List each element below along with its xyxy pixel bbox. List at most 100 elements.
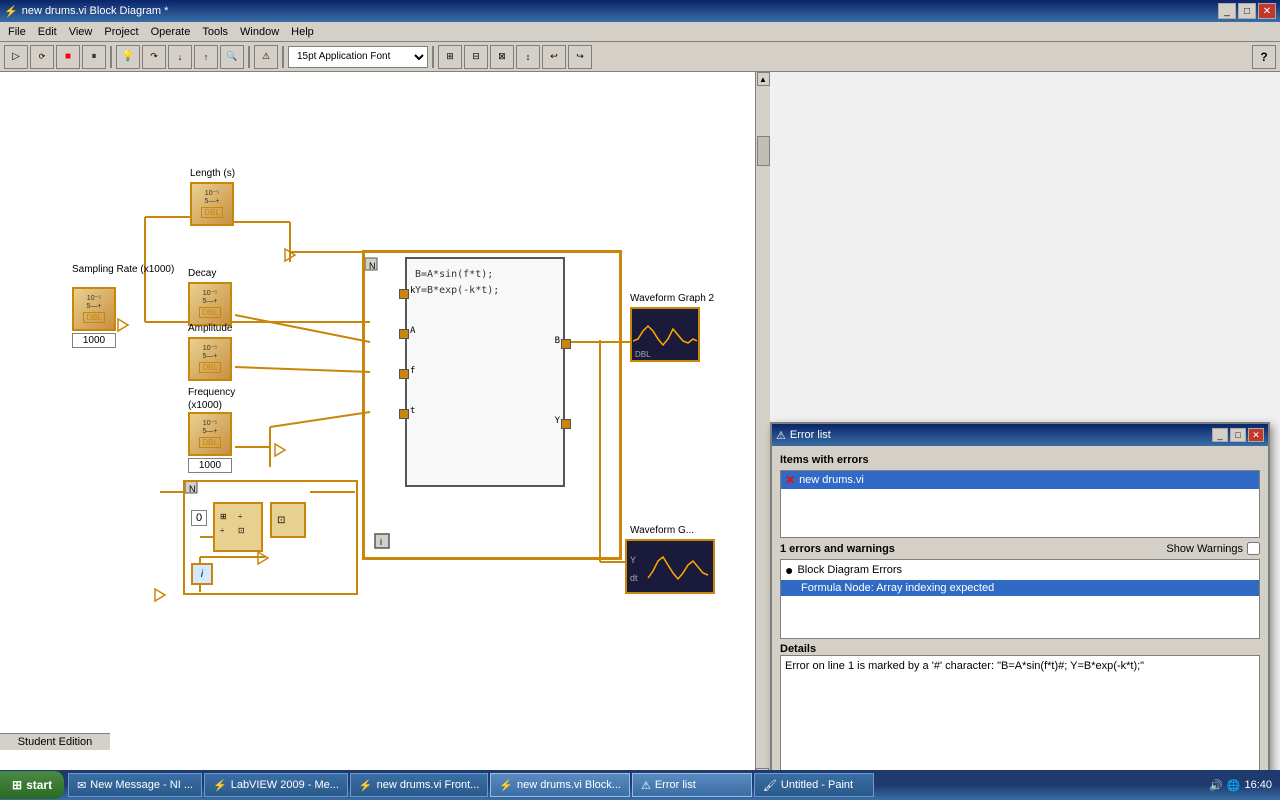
- amplitude-knob[interactable]: 10⁻⁵ 5—+ DBL: [188, 337, 232, 381]
- dialog-title-bar: ⚠ Error list _ □ ✕: [772, 424, 1268, 446]
- pause-btn[interactable]: ⏸: [82, 45, 106, 69]
- formula-input-f: [399, 369, 409, 379]
- show-warnings-area: Show Warnings: [1166, 542, 1260, 555]
- menu-view[interactable]: View: [63, 24, 99, 40]
- taskbar-tray: 🔊 🌐 16:40: [1201, 779, 1280, 792]
- sampling-rate-label: Sampling Rate (x1000): [72, 263, 174, 276]
- scroll-thumb[interactable]: [757, 136, 770, 166]
- menu-tools[interactable]: Tools: [196, 24, 234, 40]
- formula-output-y: [561, 419, 571, 429]
- sampling-rate-knob[interactable]: 10⁻⁵ 5—+ DBL: [72, 287, 116, 331]
- sep3: [282, 46, 284, 68]
- title-bar-left: ⚡ new drums.vi Block Diagram *: [4, 5, 168, 18]
- warn-btn[interactable]: ⚠: [254, 45, 278, 69]
- dialog-maximize[interactable]: □: [1230, 428, 1246, 442]
- taskbar-label-4: Error list: [655, 779, 696, 791]
- reorder-btn[interactable]: ↕: [516, 45, 540, 69]
- step-out-btn[interactable]: ↑: [194, 45, 218, 69]
- dialog-close[interactable]: ✕: [1248, 428, 1264, 442]
- menu-file[interactable]: File: [2, 24, 32, 40]
- waveform-graph-c-svg: Y dt: [628, 543, 712, 591]
- amplitude-label: Amplitude: [188, 323, 232, 334]
- port-b: B: [555, 336, 560, 346]
- formula-error-item[interactable]: Formula Node: Array indexing expected: [781, 580, 1259, 596]
- frequency-control[interactable]: Frequency(x1000) 10⁻⁵ 5—+ DBL 1000: [188, 412, 232, 456]
- taskbar-label-1: LabVIEW 2009 - Me...: [231, 779, 339, 791]
- svg-text:⊞: ⊞: [220, 512, 227, 521]
- formula-error-label: Formula Node: Array indexing expected: [801, 582, 994, 594]
- error-vi-label: new drums.vi: [799, 474, 864, 486]
- items-list[interactable]: ✕ new drums.vi: [780, 470, 1260, 538]
- formula-node[interactable]: B=A*sin(f*t);Y=B*exp(-k*t); k A f t B Y: [405, 257, 565, 487]
- length-control[interactable]: Length (s) 10⁻⁵ 5—+ DBL: [190, 182, 234, 226]
- menu-help[interactable]: Help: [285, 24, 320, 40]
- run-cont-btn[interactable]: ⟳: [30, 45, 54, 69]
- dist-btn[interactable]: ⊟: [464, 45, 488, 69]
- taskbar-item-2[interactable]: ⚡ new drums.vi Front...: [350, 773, 488, 797]
- taskbar-icon-1: ⚡: [213, 779, 227, 792]
- close-button[interactable]: ✕: [1258, 3, 1276, 19]
- taskbar-item-4[interactable]: ⚠ Error list: [632, 773, 752, 797]
- resize-btn[interactable]: ⊠: [490, 45, 514, 69]
- run-arrow-btn[interactable]: ▷: [4, 45, 28, 69]
- sub-box-1[interactable]: ⊞ ÷ ÷ ⊡: [213, 502, 263, 552]
- menu-operate[interactable]: Operate: [145, 24, 197, 40]
- scroll-up[interactable]: ▲: [757, 72, 770, 86]
- align-btn[interactable]: ⊞: [438, 45, 462, 69]
- taskbar-label-3: new drums.vi Block...: [517, 779, 621, 791]
- menu-edit[interactable]: Edit: [32, 24, 63, 40]
- font-selector[interactable]: 15pt Application Font: [288, 46, 428, 68]
- maximize-button[interactable]: □: [1238, 3, 1256, 19]
- toolbar: ▷ ⟳ ■ ⏸ 💡 ↷ ↓ ↑ 🔍 ⚠ 15pt Application Fon…: [0, 42, 1280, 72]
- step-into-btn[interactable]: ↓: [168, 45, 192, 69]
- waveform-graph-2[interactable]: DBL: [630, 307, 700, 362]
- show-warnings-checkbox[interactable]: [1247, 542, 1260, 555]
- details-text-content: Error on line 1 is marked by a '#' chara…: [785, 660, 1144, 672]
- taskbar-icon-3: ⚡: [499, 779, 513, 792]
- svg-text:DBL: DBL: [635, 350, 651, 359]
- help-context-btn[interactable]: ?: [1252, 45, 1276, 69]
- probe-btn[interactable]: 🔍: [220, 45, 244, 69]
- step-over-btn[interactable]: ↷: [142, 45, 166, 69]
- menu-project[interactable]: Project: [98, 24, 144, 40]
- scrollbar-right[interactable]: ▲ ▼: [755, 72, 770, 782]
- abort-btn[interactable]: ■: [56, 45, 80, 69]
- show-warnings-label: Show Warnings: [1166, 543, 1243, 555]
- menu-window[interactable]: Window: [234, 24, 285, 40]
- frequency-knob[interactable]: 10⁻⁵ 5—+ DBL: [188, 412, 232, 456]
- waveform-graph-c[interactable]: Y dt: [625, 539, 715, 594]
- minimize-button[interactable]: _: [1218, 3, 1236, 19]
- taskbar-icon-2: ⚡: [359, 779, 373, 792]
- taskbar-item-1[interactable]: ⚡ LabVIEW 2009 - Me...: [204, 773, 348, 797]
- decay-control[interactable]: Decay 10⁻⁵ 5—+ DBL: [188, 282, 232, 326]
- tray-icon-1: 🔊: [1209, 779, 1223, 792]
- dialog-title-left: ⚠ Error list: [776, 429, 831, 442]
- waveform-graph-2-svg: DBL: [633, 311, 697, 359]
- taskbar-item-0[interactable]: ✉ New Message - NI ...: [68, 773, 202, 797]
- redo-btn[interactable]: ↪: [568, 45, 592, 69]
- sub-box-2[interactable]: ⊡: [270, 502, 306, 538]
- svg-text:Y: Y: [630, 555, 636, 565]
- decay-knob[interactable]: 10⁻⁵ 5—+ DBL: [188, 282, 232, 326]
- taskbar-label-0: New Message - NI ...: [90, 779, 193, 791]
- student-edition: Student Edition: [0, 733, 110, 750]
- svg-text:÷: ÷: [220, 526, 225, 535]
- sampling-rate-control[interactable]: Sampling Rate (x1000) 10⁻⁵ 5—+ DBL 1000: [72, 287, 116, 331]
- bd-canvas[interactable]: N N i Length (s) 10⁻⁵ 5—+ DBL: [0, 72, 770, 782]
- length-knob[interactable]: 10⁻⁵ 5—+ DBL: [190, 182, 234, 226]
- taskbar-item-3[interactable]: ⚡ new drums.vi Block...: [490, 773, 630, 797]
- dialog-controls: _ □ ✕: [1212, 428, 1264, 442]
- errors-tree-list[interactable]: ● Block Diagram Errors Formula Node: Arr…: [780, 559, 1260, 639]
- waveform-graph-c-area: Waveform G... Y dt: [630, 539, 720, 594]
- error-vi-item[interactable]: ✕ new drums.vi: [781, 471, 1259, 489]
- highlight-btn[interactable]: 💡: [116, 45, 140, 69]
- undo-btn[interactable]: ↩: [542, 45, 566, 69]
- port-k: k: [410, 286, 415, 296]
- taskbar: ⊞ start ✉ New Message - NI ... ⚡ LabVIEW…: [0, 770, 1280, 800]
- svg-text:÷: ÷: [238, 512, 243, 521]
- amplitude-control[interactable]: Amplitude 10⁻⁵ 5—+ DBL: [188, 337, 232, 381]
- bd-errors-category[interactable]: ● Block Diagram Errors: [781, 560, 1259, 580]
- dialog-minimize[interactable]: _: [1212, 428, 1228, 442]
- start-button[interactable]: ⊞ start: [0, 771, 64, 799]
- taskbar-item-5[interactable]: 🖌 Untitled - Paint: [754, 773, 874, 797]
